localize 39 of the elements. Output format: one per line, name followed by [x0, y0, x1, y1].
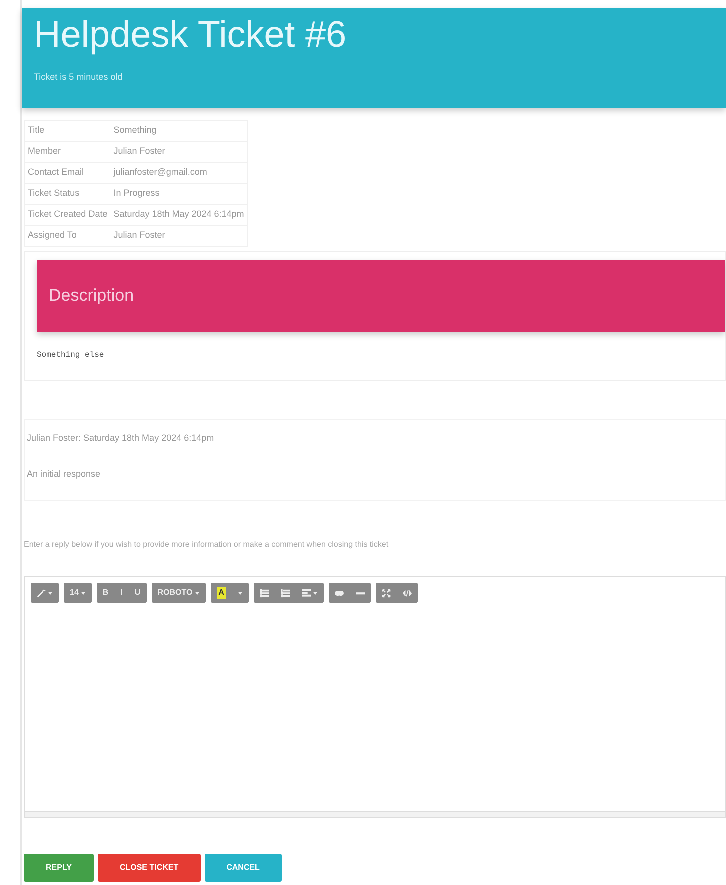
dropdown-button[interactable]: ROBOTO	[152, 583, 206, 603]
magic-wand-icon	[37, 588, 46, 598]
page-title: Helpdesk Ticket #6	[34, 14, 348, 57]
table-cell: julianfoster@gmail.com	[110, 162, 248, 184]
fullscreen-icon	[382, 588, 392, 598]
ticket-age-text: Ticket is 5 minutes old	[34, 70, 123, 84]
table-cell: Member	[24, 142, 111, 162]
response-text: An initial response	[27, 468, 102, 481]
table-cell: Contact Email	[24, 162, 111, 184]
magic-button[interactable]	[31, 583, 59, 603]
reply-button[interactable]: REPLY	[24, 854, 94, 882]
table-cell: Title	[24, 120, 111, 142]
table-cell: Julian Foster	[110, 142, 248, 162]
reply-editor[interactable]: 14 B I U ROBOTO A	[24, 576, 726, 818]
caret-icon	[194, 592, 200, 594]
table-cell: Ticket Status	[24, 184, 111, 204]
table-cell: Julian Foster	[110, 226, 248, 246]
caret-icon	[313, 592, 318, 594]
caret-icon	[80, 592, 86, 594]
align-icon	[302, 588, 312, 598]
table-cell: Ticket Created Date	[24, 204, 111, 226]
table-cell: In Progress	[110, 184, 248, 204]
close-ticket-button[interactable]: CLOSE TICKET	[98, 854, 201, 882]
table-cell: Something	[110, 120, 248, 142]
table-cell: Saturday 18th May 2024 6:14pm	[110, 204, 248, 226]
description-heading: Description	[49, 285, 134, 308]
table-cell: Assigned To	[24, 226, 111, 246]
numbered-list-icon	[281, 588, 290, 598]
link-icon	[335, 588, 344, 598]
caret-icon	[238, 592, 244, 594]
code-icon	[403, 588, 412, 598]
resize-handle[interactable]	[25, 811, 725, 817]
bulleted-list-icon	[260, 588, 270, 598]
cancel-button[interactable]: CANCEL	[204, 854, 282, 882]
instruction-text: Enter a reply below if you wish to provide more information or make a comment when closing this ticket	[24, 539, 389, 551]
description-text: Something else	[37, 350, 104, 362]
response-author: Julian Foster: Saturday 18th May 2024 6:14pm	[27, 432, 216, 445]
dropdown-button[interactable]: 14	[64, 583, 92, 603]
caret-icon	[48, 592, 53, 594]
